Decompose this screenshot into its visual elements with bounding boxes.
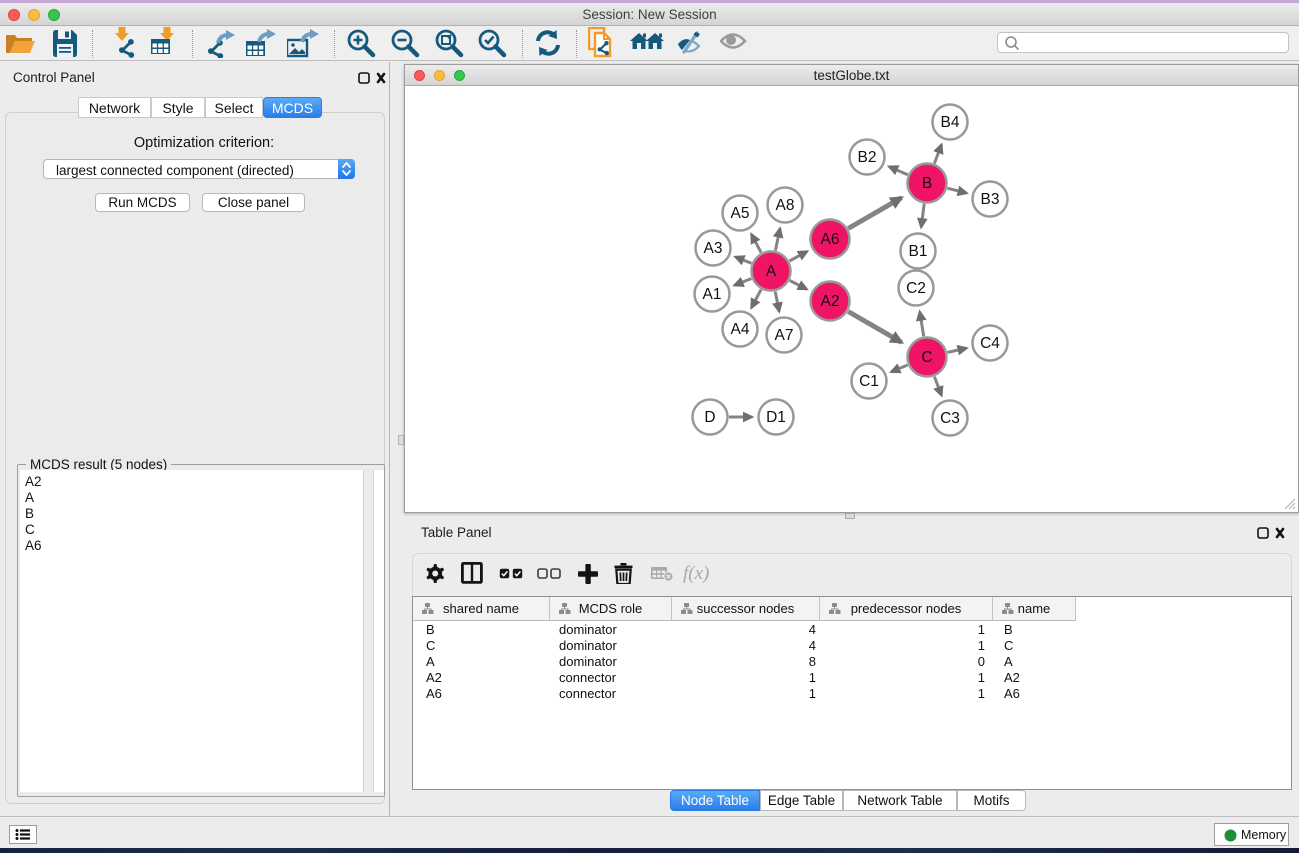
- svg-text:A7: A7: [775, 327, 794, 344]
- svg-text:B3: B3: [981, 191, 1000, 208]
- svg-text:C4: C4: [980, 335, 1000, 352]
- svg-text:A8: A8: [776, 197, 795, 214]
- svg-text:A3: A3: [704, 240, 723, 257]
- svg-text:A: A: [766, 263, 777, 280]
- svg-text:B1: B1: [909, 243, 928, 260]
- svg-text:B2: B2: [858, 149, 877, 166]
- svg-text:D: D: [704, 409, 715, 426]
- svg-text:A5: A5: [731, 205, 750, 222]
- svg-text:A2: A2: [821, 293, 840, 310]
- svg-text:f(x): f(x): [683, 564, 709, 584]
- svg-text:B4: B4: [941, 114, 960, 131]
- svg-text:A4: A4: [731, 321, 750, 338]
- svg-text:A6: A6: [821, 231, 840, 248]
- svg-text:C: C: [921, 349, 932, 366]
- svg-text:A1: A1: [703, 286, 722, 303]
- svg-text:D1: D1: [766, 409, 786, 426]
- svg-text:C3: C3: [940, 410, 960, 427]
- svg-text:B: B: [922, 175, 932, 192]
- svg-text:C1: C1: [859, 373, 879, 390]
- svg-text:C2: C2: [906, 280, 926, 297]
